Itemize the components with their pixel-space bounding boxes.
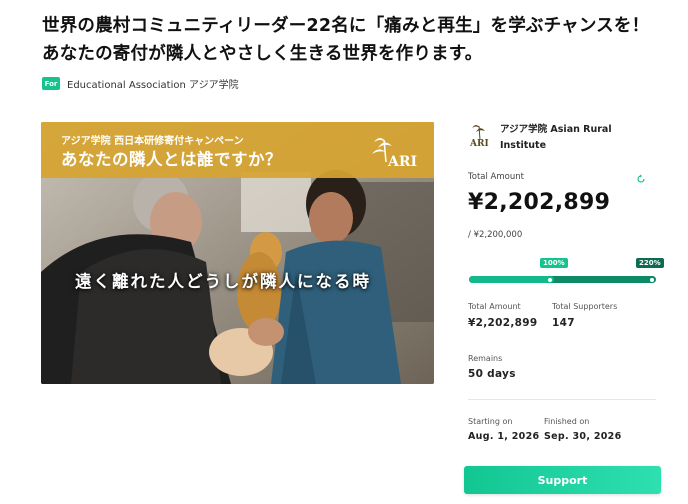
divider <box>468 399 656 400</box>
end-date-value: Sep. 30, 2026 <box>544 431 622 442</box>
goal-amount: / ¥2,200,000 <box>468 230 523 240</box>
stat-supporters-label: Total Supporters <box>552 302 618 311</box>
hero-caption: 遠く離れた人どうしが隣人になる時 <box>75 272 371 291</box>
ari-logo-icon: ARI <box>372 138 417 170</box>
start-date-label: Starting on <box>468 417 513 426</box>
ari-logo-text: ARI <box>387 154 417 170</box>
hero-banner: アジア学院 西日本研修寄付キャンペーン あなたの隣人とは誰ですか？ ARI <box>41 122 434 178</box>
remains-label: Remains <box>468 354 503 363</box>
stat-total-amount-value: ¥2,202,899 <box>468 317 538 329</box>
funding-progress-bar: 100% 220% <box>469 258 664 283</box>
total-amount-value: ¥2,202,899 <box>468 190 611 215</box>
support-button[interactable]: Support <box>464 466 661 494</box>
organization-name[interactable]: Educational Association アジア学院 <box>67 76 239 91</box>
banner-title: あなたの隣人とは誰ですか？ <box>61 150 282 169</box>
progress-label-second: 220% <box>636 258 664 268</box>
banner-subtitle: アジア学院 西日本研修寄付キャンペーン <box>61 136 244 147</box>
stat-supporters-value: 147 <box>552 317 575 329</box>
organization-link[interactable]: For Educational Association アジア学院 <box>42 76 239 91</box>
stat-total-amount-label: Total Amount <box>468 302 521 311</box>
progress-fill-first <box>469 276 554 283</box>
hero-image: アジア学院 西日本研修寄付キャンペーン あなたの隣人とは誰ですか？ ARI 遠く… <box>41 122 434 384</box>
project-title: 世界の農村コミュニティリーダー22名に「痛みと再生」を学ぶチャンスを！あなたの寄… <box>42 16 650 64</box>
refresh-icon[interactable] <box>636 174 646 184</box>
institute-logo-icon: ARI <box>469 125 489 149</box>
progress-marker-second <box>650 277 654 282</box>
total-amount-label: Total Amount <box>468 172 524 182</box>
progress-label-first: 100% <box>540 258 568 268</box>
institute-logo-text: ARI <box>469 139 489 149</box>
institute-name[interactable]: アジア学院 Asian Rural Institute <box>500 122 660 154</box>
for-badge-icon: For <box>42 77 60 90</box>
remains-value: 50 days <box>468 368 516 380</box>
start-date-value: Aug. 1, 2026 <box>468 431 540 442</box>
end-date-label: Finished on <box>544 417 590 426</box>
progress-marker-first <box>548 277 552 282</box>
institute-header[interactable]: ARI アジア学院 Asian Rural Institute <box>468 120 660 154</box>
